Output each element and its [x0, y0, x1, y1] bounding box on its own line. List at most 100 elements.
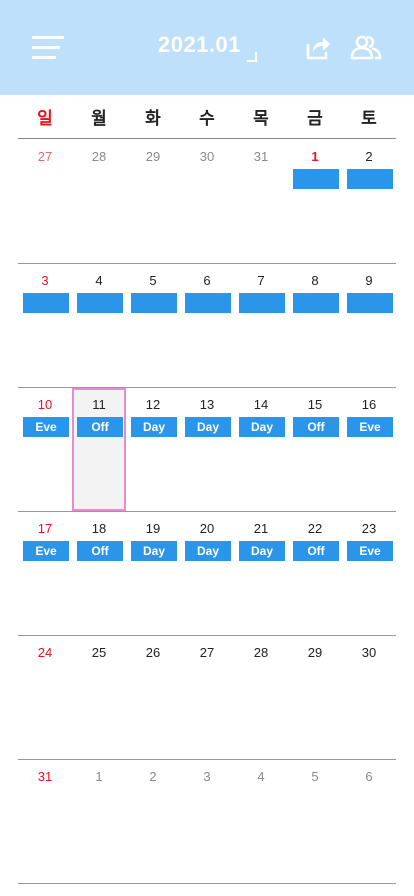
calendar-day-cell[interactable]: 31: [234, 140, 288, 263]
month-selector[interactable]: 2021.01: [155, 32, 265, 68]
day-number: 28: [253, 645, 269, 660]
day-number: 27: [199, 645, 215, 660]
day-number: 21: [253, 521, 269, 536]
shift-badge: Day: [131, 541, 177, 561]
dropdown-corner-icon: [247, 52, 257, 62]
calendar-day-cell[interactable]: 14 Day: [234, 388, 288, 511]
calendar-day-cell[interactable]: 4: [72, 264, 126, 387]
day-number: 4: [95, 273, 103, 288]
month-title: 2021.01: [158, 32, 242, 57]
day-number: 23: [361, 521, 377, 536]
calendar-day-cell[interactable]: 16 Eve: [342, 388, 396, 511]
calendar-day-cell[interactable]: 26: [126, 636, 180, 759]
day-number: 20: [199, 521, 215, 536]
shift-badge: Day: [239, 541, 285, 561]
calendar-day-cell[interactable]: 29: [126, 140, 180, 263]
day-number: 31: [37, 769, 53, 784]
calendar-week-row: 17 Eve 18 Off 19 Day 20 Day 21 Day 22 Off 23 Eve: [18, 512, 396, 636]
calendar-day-cell[interactable]: 3: [180, 760, 234, 883]
shift-badge: Eve: [23, 541, 69, 561]
calendar-day-cell[interactable]: 27: [18, 140, 72, 263]
day-number: 27: [37, 149, 53, 164]
calendar-day-cell[interactable]: 4: [234, 760, 288, 883]
day-number: 19: [145, 521, 161, 536]
weekday-label: 화: [145, 109, 161, 129]
calendar-day-cell[interactable]: 23 Eve: [342, 512, 396, 635]
calendar-day-cell[interactable]: 1: [72, 760, 126, 883]
shift-badge: Off: [77, 541, 123, 561]
calendar-day-cell[interactable]: 30: [342, 636, 396, 759]
shift-badge: [239, 293, 285, 313]
calendar-day-cell[interactable]: 21 Day: [234, 512, 288, 635]
day-number: 17: [37, 521, 53, 536]
day-number: 1: [311, 149, 319, 164]
calendar-day-cell[interactable]: 19 Day: [126, 512, 180, 635]
calendar-day-cell[interactable]: 2: [126, 760, 180, 883]
calendar-week-row: 27 28 29 30 31 1 2: [18, 140, 396, 264]
calendar-day-cell[interactable]: 22 Off: [288, 512, 342, 635]
calendar-day-cell[interactable]: 15 Off: [288, 388, 342, 511]
day-number: 5: [149, 273, 157, 288]
day-number: 5: [311, 769, 319, 784]
calendar-day-cell[interactable]: 10 Eve: [18, 388, 72, 511]
day-number: 6: [365, 769, 373, 784]
calendar-day-cell[interactable]: 29: [288, 636, 342, 759]
weekday-label: 일: [37, 109, 53, 129]
day-number: 31: [253, 149, 269, 164]
calendar-day-cell[interactable]: 30: [180, 140, 234, 263]
day-number: 22: [307, 521, 323, 536]
calendar-day-cell[interactable]: 6: [180, 264, 234, 387]
day-number: 30: [199, 149, 215, 164]
calendar-day-cell[interactable]: 7: [234, 264, 288, 387]
shift-badge: Day: [239, 417, 285, 437]
shift-badge: Off: [293, 417, 339, 437]
calendar-day-cell[interactable]: 31: [18, 760, 72, 883]
shift-badge: Eve: [347, 417, 393, 437]
weekday-label: 금: [307, 109, 323, 129]
calendar-day-cell-selected[interactable]: 11 Off: [72, 388, 126, 511]
calendar-day-cell[interactable]: 25: [72, 636, 126, 759]
calendar-day-cell[interactable]: 20 Day: [180, 512, 234, 635]
calendar-day-cell[interactable]: 24: [18, 636, 72, 759]
day-number: 4: [257, 769, 265, 784]
day-number: 15: [307, 397, 323, 412]
shift-badge: [293, 169, 339, 189]
shift-badge: [23, 293, 69, 313]
calendar-day-cell[interactable]: 1: [288, 140, 342, 263]
shift-badge: Off: [293, 541, 339, 561]
calendar-day-cell[interactable]: 6: [342, 760, 396, 883]
calendar-day-cell[interactable]: 2: [342, 140, 396, 263]
shift-badge: [347, 293, 393, 313]
day-number: 11: [92, 397, 106, 412]
calendar-week-row: 31 1 2 3 4 5 6: [18, 760, 396, 884]
calendar-day-cell[interactable]: 27: [180, 636, 234, 759]
calendar-day-cell[interactable]: 5: [288, 760, 342, 883]
shift-badge: Day: [185, 417, 231, 437]
calendar-day-cell[interactable]: 12 Day: [126, 388, 180, 511]
month-calendar-grid: 27 28 29 30 31 1 2 3 4 5 6 7 8 9 10 Eve 11 Off 12 Day 13 Day 1…: [18, 140, 396, 885]
calendar-day-cell[interactable]: 13 Day: [180, 388, 234, 511]
hamburger-menu-icon[interactable]: [32, 36, 64, 60]
share-icon[interactable]: [304, 34, 332, 62]
day-number: 29: [307, 645, 323, 660]
users-icon[interactable]: [350, 34, 382, 62]
calendar-day-cell[interactable]: 5: [126, 264, 180, 387]
shift-badge: Off: [77, 417, 123, 437]
day-number: 30: [361, 645, 377, 660]
calendar-day-cell[interactable]: 17 Eve: [18, 512, 72, 635]
calendar-day-cell[interactable]: 3: [18, 264, 72, 387]
calendar-day-cell[interactable]: 18 Off: [72, 512, 126, 635]
calendar-day-cell[interactable]: 28: [234, 636, 288, 759]
calendar-day-cell[interactable]: 9: [342, 264, 396, 387]
day-number: 29: [145, 149, 161, 164]
weekday-header-row: 일월화수목금토: [18, 96, 396, 139]
shift-badge: [293, 293, 339, 313]
shift-badge: [185, 293, 231, 313]
day-number: 24: [37, 645, 53, 660]
day-number: 6: [203, 273, 211, 288]
calendar-day-cell[interactable]: 28: [72, 140, 126, 263]
app-header: 2021.01: [0, 0, 414, 95]
day-number: 14: [253, 397, 269, 412]
menu-line: [32, 56, 56, 59]
calendar-day-cell[interactable]: 8: [288, 264, 342, 387]
